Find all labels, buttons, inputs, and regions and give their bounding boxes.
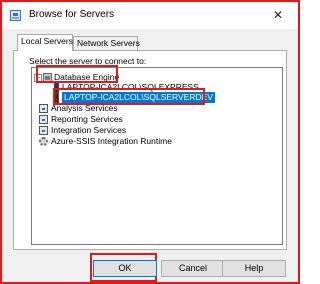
tab-local-servers[interactable]: Local Servers [17, 34, 73, 51]
